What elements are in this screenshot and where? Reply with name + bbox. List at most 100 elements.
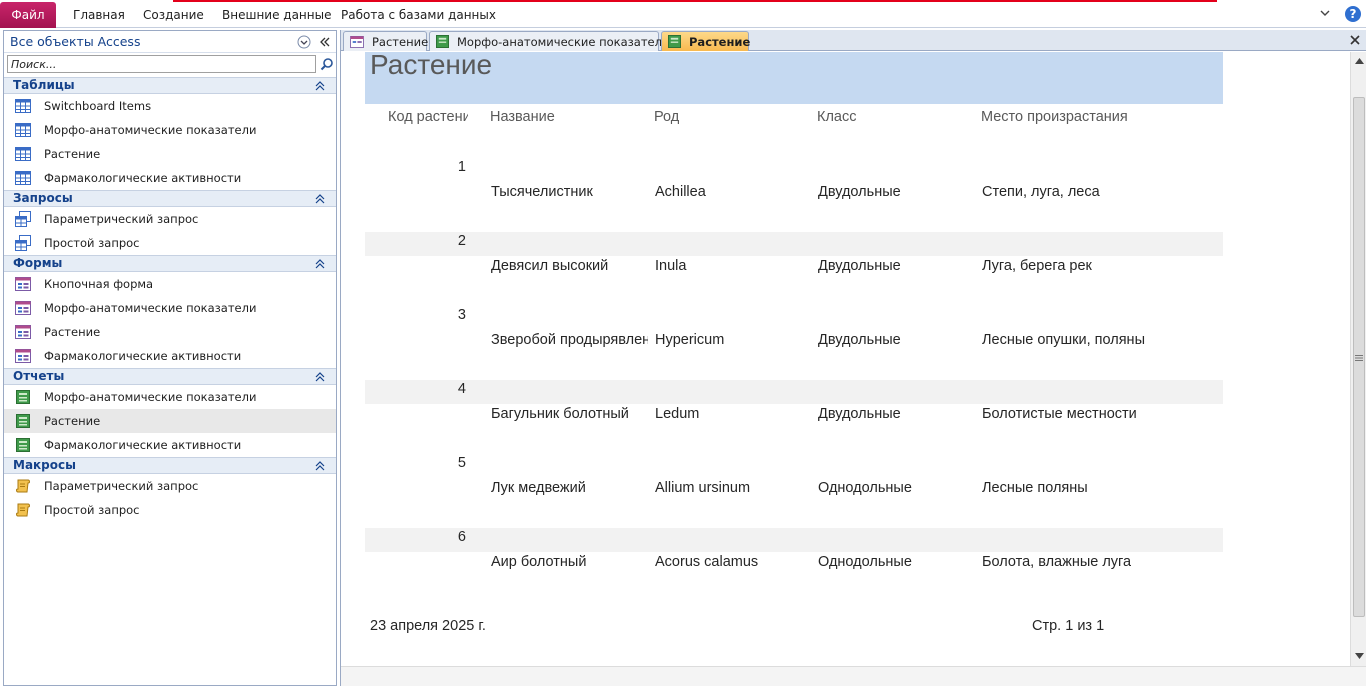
nav-item-report[interactable]: Фармакологические активности [4,433,336,457]
nav-item-label: Морфо-анатомические показатели [44,390,257,404]
cell-code: 6 [457,529,466,545]
group-title: Формы [13,256,63,270]
cell-class: Двудольные [818,184,901,200]
report-view: Растение Код растения Название Род Класс… [341,52,1350,666]
query-icon [15,211,31,227]
group-macros[interactable]: Макросы [4,457,336,474]
report-icon [15,389,31,405]
help-icon[interactable]: ? [1344,5,1362,23]
nav-item-label: Морфо-анатомические показатели [44,123,257,137]
nav-item-form[interactable]: Фармакологические активности [4,344,336,368]
nav-item-report[interactable]: Морфо-анатомические показатели [4,385,336,409]
cell-class: Двудольные [818,258,901,274]
status-area [341,666,1366,686]
nav-item-table[interactable]: Фармакологические активности [4,166,336,190]
group-title: Отчеты [13,369,65,383]
close-document-icon[interactable] [1347,32,1363,48]
search-icon[interactable] [319,56,335,72]
nav-item-label: Простой запрос [44,503,140,517]
nav-item-form[interactable]: Растение [4,320,336,344]
cell-place: Лесные поляны [982,480,1088,496]
nav-item-label: Фармакологические активности [44,349,242,363]
form-icon [15,276,31,292]
scroll-down-icon[interactable] [1352,649,1366,663]
report-date: 23 апреля 2025 г. [370,618,486,634]
cell-place: Лесные опушки, поляны [982,332,1145,348]
scroll-up-icon[interactable] [1352,54,1366,68]
macro-scroll-icon [15,478,31,494]
search-input[interactable] [7,55,316,73]
scroll-grip-icon [1355,355,1363,361]
collapse-pane-icon[interactable] [317,34,333,50]
column-header-genus: Род [654,109,680,125]
nav-item-label: Параметрический запрос [44,212,199,226]
cell-code: 4 [457,381,466,397]
table-icon [15,170,31,186]
nav-menu-dropdown-icon[interactable] [296,34,312,50]
nav-item-table[interactable]: Морфо-анатомические показатели [4,118,336,142]
cell-genus: Inula [655,258,687,274]
collapse-group-icon[interactable] [314,459,326,473]
cell-name: Девясил высокий [491,258,609,274]
doc-tab-label: Морфо-анатомические показатели [457,34,670,49]
nav-item-label: Фармакологические активности [44,438,242,452]
cell-class: Двудольные [818,332,901,348]
cell-place: Луга, берега рек [982,258,1092,274]
vertical-scrollbar[interactable] [1350,52,1366,666]
collapse-group-icon[interactable] [314,370,326,384]
cell-name: Багульник болотный [491,406,629,422]
doc-tab-label: Растение [689,34,751,49]
group-title: Таблицы [13,78,75,92]
tab-file[interactable]: Файл [0,2,56,28]
tab-database-tools[interactable]: Работа с базами данных [341,2,496,28]
nav-item-table[interactable]: Switchboard Items [4,94,336,118]
form-icon [15,324,31,340]
doc-tab-report-morpho[interactable]: Морфо-анатомические показатели [429,31,669,51]
cell-genus: Ledum [655,406,700,422]
cell-code: 3 [457,307,466,323]
collapse-group-icon[interactable] [314,79,326,93]
report-icon [15,437,31,453]
nav-item-form[interactable]: Морфо-анатомические показатели [4,296,336,320]
group-tables[interactable]: Таблицы [4,77,336,94]
nav-item-form[interactable]: Кнопочная форма [4,272,336,296]
report-icon [668,35,681,49]
nav-item-label: Морфо-анатомические показатели [44,301,257,315]
nav-item-table[interactable]: Растение [4,142,336,166]
document-tabs: Растение Морфо-анатомические показатели … [341,30,1366,51]
tab-external-data[interactable]: Внешние данные [222,2,331,28]
nav-item-label: Растение [44,325,101,339]
collapse-group-icon[interactable] [314,192,326,206]
cell-place: Болотистые местности [982,406,1137,422]
nav-item-macro[interactable]: Простой запрос [4,498,336,522]
tab-home[interactable]: Главная [73,2,125,28]
alternate-row-band [365,380,1223,404]
alternate-row-band [365,528,1223,552]
table-icon [15,146,31,162]
nav-search [7,55,333,75]
report-page-number: Стр. 1 из 1 [1032,618,1105,634]
nav-item-report-selected[interactable]: Растение [4,409,336,433]
ribbon-tabs-bar: Файл Главная Создание Внешние данные Раб… [0,0,1366,28]
minimize-ribbon-icon[interactable] [1316,5,1334,23]
group-forms[interactable]: Формы [4,255,336,272]
doc-tab-report-plant-active[interactable]: Растение [661,31,751,51]
tab-create[interactable]: Создание [143,2,204,28]
nav-item-query[interactable]: Параметрический запрос [4,207,336,231]
nav-item-label: Фармакологические активности [44,171,242,185]
navigation-pane: Все объекты Access Таблицы Switchboard I… [3,30,337,686]
nav-item-query[interactable]: Простой запрос [4,231,336,255]
cell-genus: Acorus calamus [655,554,759,570]
cell-name: Лук медвежий [491,480,586,496]
cell-class: Двудольные [818,406,901,422]
nav-item-macro[interactable]: Параметрический запрос [4,474,336,498]
form-icon [15,348,31,364]
collapse-group-icon[interactable] [314,257,326,271]
doc-tab-form-plant[interactable]: Растение [343,31,428,51]
macro-scroll-icon [15,502,31,518]
group-queries[interactable]: Запросы [4,190,336,207]
nav-pane-header[interactable]: Все объекты Access [4,31,336,53]
group-reports[interactable]: Отчеты [4,368,336,385]
table-icon [15,98,31,114]
cell-place: Болота, влажные луга [982,554,1132,570]
